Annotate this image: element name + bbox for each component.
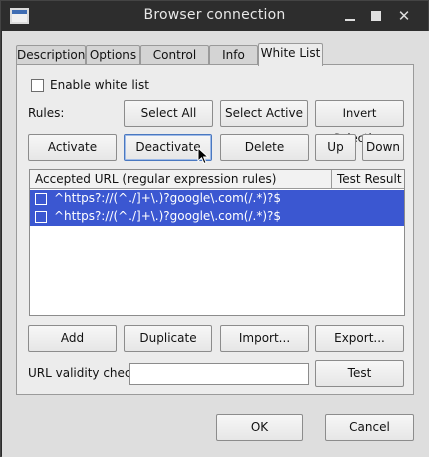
close-icon[interactable]: ✕ bbox=[395, 7, 413, 25]
table-row[interactable]: ^https?://(^./]+\.)?google\.com(/.*)?$ bbox=[30, 190, 404, 208]
tab-info-bar[interactable]: Info Bar bbox=[209, 45, 258, 80]
export-button[interactable]: Export... bbox=[315, 325, 404, 352]
column-header-test-result[interactable]: Test Result bbox=[332, 170, 404, 188]
title-bar[interactable]: Browser connection ✕ bbox=[1, 1, 428, 31]
table-header: Accepted URL (regular expression rules) … bbox=[30, 170, 404, 189]
select-active-button[interactable]: Select Active bbox=[220, 100, 308, 127]
maximize-icon[interactable] bbox=[367, 7, 385, 25]
up-button[interactable]: Up bbox=[315, 134, 356, 161]
enable-white-list-checkbox[interactable] bbox=[31, 79, 44, 92]
white-list-panel: Enable white list Rules: Select All Sele… bbox=[16, 64, 414, 395]
row-checkbox[interactable] bbox=[35, 211, 47, 223]
row-url: ^https?://(^./]+\.)?google\.com(/.*)?$ bbox=[54, 209, 282, 223]
row-checkbox[interactable] bbox=[35, 193, 47, 205]
dialog-body: Description Options Control Bar Info Bar… bbox=[2, 31, 429, 457]
invert-selection-button[interactable]: Invert Selection bbox=[315, 100, 404, 145]
ok-button[interactable]: OK bbox=[216, 414, 303, 441]
add-button[interactable]: Add bbox=[28, 325, 117, 352]
url-rules-table[interactable]: Accepted URL (regular expression rules) … bbox=[29, 169, 405, 316]
tab-control-bar[interactable]: Control Bar bbox=[140, 45, 209, 80]
import-button[interactable]: Import... bbox=[220, 325, 309, 352]
enable-white-list-label: Enable white list bbox=[50, 78, 149, 92]
rules-label: Rules: bbox=[28, 106, 65, 120]
duplicate-button[interactable]: Duplicate bbox=[124, 325, 212, 352]
dialog-window: Browser connection ✕ Description Options… bbox=[0, 0, 429, 457]
delete-button[interactable]: Delete bbox=[220, 134, 309, 161]
tab-options[interactable]: Options bbox=[86, 45, 140, 65]
minimize-icon[interactable] bbox=[341, 7, 359, 25]
tab-white-list[interactable]: White List bbox=[258, 43, 323, 66]
mouse-pointer-icon bbox=[197, 147, 210, 165]
window-title: Browser connection bbox=[143, 7, 286, 23]
url-validity-label: URL validity check bbox=[28, 366, 139, 380]
test-button[interactable]: Test bbox=[315, 360, 404, 387]
url-validity-input[interactable] bbox=[129, 363, 309, 385]
row-url: ^https?://(^./]+\.)?google\.com(/.*)?$ bbox=[54, 191, 282, 205]
activate-button[interactable]: Activate bbox=[28, 134, 117, 161]
select-all-button[interactable]: Select All bbox=[124, 100, 213, 127]
tab-description[interactable]: Description bbox=[16, 45, 86, 65]
cancel-button[interactable]: Cancel bbox=[325, 414, 414, 441]
column-header-accepted-url[interactable]: Accepted URL (regular expression rules) bbox=[30, 170, 332, 188]
table-row[interactable]: ^https?://(^./]+\.)?google\.com(/.*)?$ bbox=[30, 208, 404, 226]
down-button[interactable]: Down bbox=[362, 134, 404, 161]
